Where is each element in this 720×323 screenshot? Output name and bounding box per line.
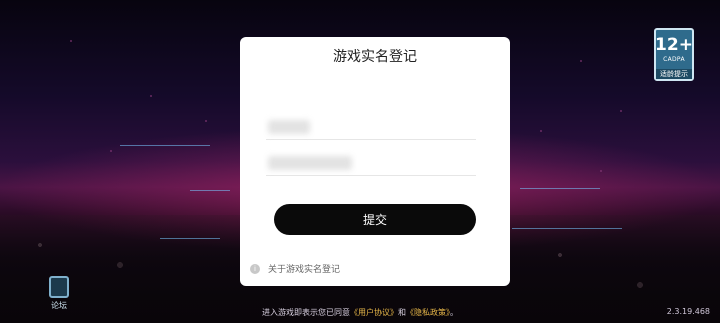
forum-icon: [49, 276, 69, 298]
about-real-name-link[interactable]: i 关于游戏实名登记: [250, 262, 340, 275]
user-agreement-link[interactable]: 《用户协议》: [350, 308, 398, 317]
agreement-prefix: 进入游戏即表示您已同意: [262, 308, 350, 317]
glitch-line: [520, 188, 600, 189]
info-icon: i: [250, 263, 260, 274]
about-real-name-label: 关于游戏实名登记: [268, 265, 341, 275]
id-number-field[interactable]: [266, 154, 476, 176]
age-rating-badge[interactable]: 12+ CADPA 适龄提示: [654, 28, 694, 81]
glitch-line: [190, 190, 230, 191]
submit-button[interactable]: 提交: [274, 204, 476, 235]
name-field[interactable]: [266, 118, 476, 140]
version-label: 2.3.19.468: [666, 307, 710, 316]
privacy-policy-link[interactable]: 《隐私政策》: [406, 308, 450, 317]
age-rating-number: 12+: [655, 35, 693, 55]
agreement-notice: 进入游戏即表示您已同意《用户协议》和《隐私政策》。: [0, 307, 720, 318]
id-number-field-value: [268, 156, 353, 170]
glitch-line: [512, 228, 622, 229]
agreement-and: 和: [398, 308, 406, 317]
agreement-suffix: 。: [450, 308, 458, 317]
glitch-line: [160, 238, 220, 239]
dialog-title: 游戏实名登记: [333, 49, 417, 65]
age-rating-tip: 适龄提示: [656, 69, 692, 79]
glitch-line: [120, 145, 210, 146]
age-rating-org: CADPA: [663, 56, 685, 63]
name-field-value: [268, 120, 311, 134]
